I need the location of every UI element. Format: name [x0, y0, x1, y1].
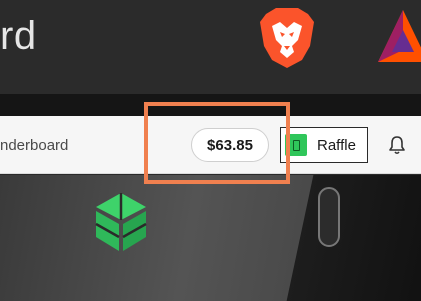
green-cube-logo: [95, 193, 147, 251]
screen: rd nderboard $63.85 Raffle: [0, 0, 421, 301]
top-banner: rd: [0, 0, 421, 94]
raffle-button[interactable]: Raffle: [280, 127, 368, 163]
hero-image: [0, 175, 421, 301]
bat-triangle-logo: [378, 10, 421, 62]
leaderboard-link[interactable]: nderboard: [0, 137, 68, 154]
banner-title: rd: [0, 14, 37, 58]
hero-device-detail: [318, 187, 340, 247]
highlight-annotation: [144, 102, 290, 184]
raffle-label: Raffle: [317, 136, 356, 154]
bell-icon[interactable]: [388, 135, 406, 155]
brave-lion-logo: [260, 8, 314, 68]
hero-shadow: [286, 175, 421, 301]
